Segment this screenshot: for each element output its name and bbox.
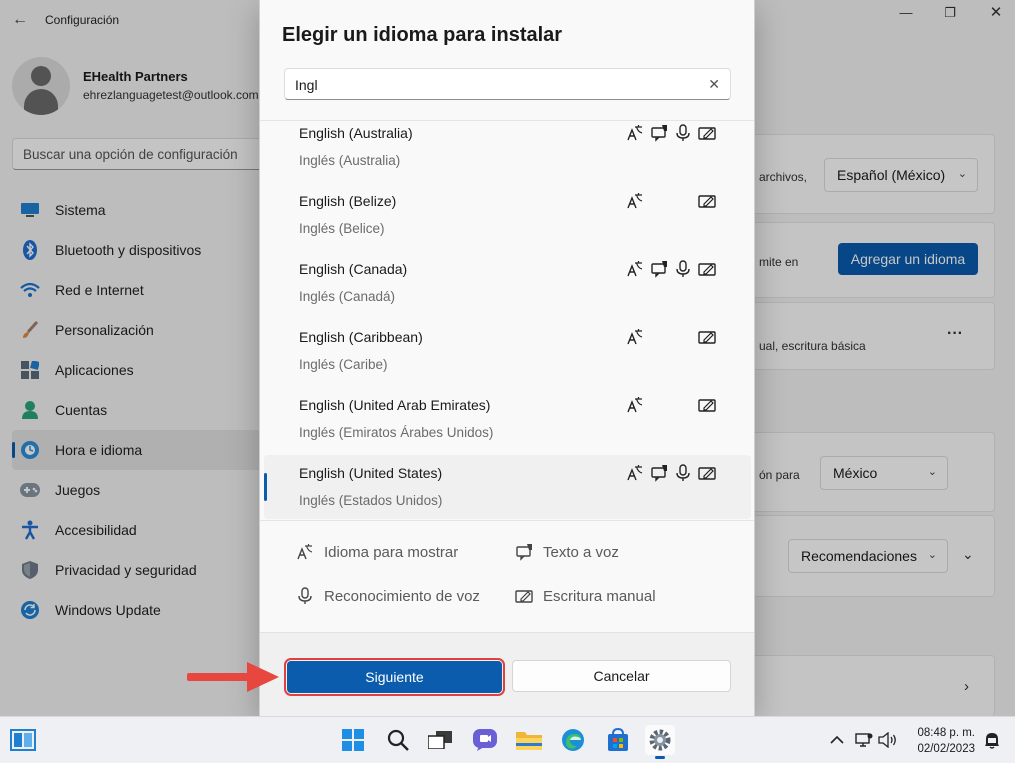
language-name: English (Belize) <box>299 193 397 209</box>
language-native-name: Inglés (Australia) <box>299 153 401 168</box>
language-native-name: Inglés (Estados Unidos) <box>299 493 443 508</box>
search-icon[interactable] <box>383 725 413 755</box>
microphone-icon <box>676 124 690 141</box>
annotation-arrow-icon <box>187 662 279 692</box>
feature-legend: Idioma para mostrar Texto a voz Reconoci… <box>260 520 754 632</box>
taskbar: 08:48 p. m. 02/02/2023 <box>0 716 1015 763</box>
list-item[interactable]: English (Australia) Inglés (Australia) <box>264 121 751 179</box>
display-language-icon <box>627 125 643 141</box>
text-to-speech-icon <box>651 465 667 482</box>
language-name: English (United Arab Emirates) <box>299 397 491 413</box>
start-button-icon[interactable] <box>338 725 368 755</box>
list-item[interactable]: English (Belize) Inglés (Belice) <box>264 183 751 247</box>
legend-speech-recognition: Reconocimiento de voz <box>296 587 480 605</box>
legend-label: Reconocimiento de voz <box>324 587 480 605</box>
choose-language-dialog: Elegir un idioma para instalar ✕ English… <box>259 0 755 716</box>
list-item[interactable]: English (Canada) Inglés (Canadá) <box>264 251 751 315</box>
task-view-icon[interactable] <box>425 725 455 755</box>
language-name: English (United States) <box>299 465 443 481</box>
language-list[interactable]: English (Australia) Inglés (Australia) E… <box>260 120 754 520</box>
text-to-speech-icon <box>651 125 667 142</box>
legend-label: Texto a voz <box>543 543 619 561</box>
language-search-input[interactable] <box>295 75 675 95</box>
legend-display-language: Idioma para mostrar <box>296 543 458 561</box>
microphone-icon <box>676 260 690 277</box>
chat-icon[interactable] <box>470 725 500 755</box>
language-native-name: Inglés (Belice) <box>299 221 385 236</box>
dialog-title: Elegir un idioma para instalar <box>282 24 563 46</box>
handwriting-icon <box>698 467 716 480</box>
display-language-icon <box>627 329 643 345</box>
handwriting-icon <box>698 263 716 276</box>
chevron-up-icon[interactable] <box>826 725 848 755</box>
display-language-icon <box>627 465 643 481</box>
legend-text-to-speech: Texto a voz <box>515 543 619 561</box>
language-native-name: Inglés (Emiratos Árabes Unidos) <box>299 425 494 440</box>
legend-label: Idioma para mostrar <box>324 543 459 561</box>
list-item[interactable]: English (Caribbean) Inglés (Caribe) <box>264 319 751 383</box>
legend-handwriting: Escritura manual <box>515 587 656 605</box>
language-native-name: Inglés (Caribe) <box>299 357 388 372</box>
display-language-icon <box>297 544 313 560</box>
handwriting-icon <box>698 195 716 208</box>
settings-gear-icon[interactable] <box>645 725 675 759</box>
handwriting-icon <box>698 127 716 140</box>
language-native-name: Inglés (Canadá) <box>299 289 396 304</box>
list-item[interactable]: English (United Arab Emirates) Inglés (E… <box>264 387 751 451</box>
text-to-speech-icon <box>516 544 532 561</box>
list-item-selected[interactable]: English (United States) Inglés (Estados … <box>264 455 751 519</box>
clear-icon[interactable]: ✕ <box>708 76 720 93</box>
text-to-speech-icon <box>651 261 667 278</box>
notification-icon[interactable] <box>980 725 1004 755</box>
store-icon[interactable] <box>603 725 633 755</box>
language-name: English (Australia) <box>299 125 413 141</box>
microphone-icon <box>298 587 312 604</box>
network-status-icon[interactable] <box>853 725 875 755</box>
volume-icon[interactable] <box>877 725 899 755</box>
language-name: English (Caribbean) <box>299 329 423 345</box>
display-language-icon <box>627 397 643 413</box>
file-explorer-icon[interactable] <box>514 725 544 755</box>
display-language-icon <box>627 193 643 209</box>
cancel-button[interactable]: Cancelar <box>512 660 731 692</box>
clock-time: 08:48 p. m. <box>917 727 975 739</box>
handwriting-icon <box>698 399 716 412</box>
edge-browser-icon[interactable] <box>558 725 588 755</box>
language-search-field[interactable]: ✕ <box>284 68 731 100</box>
handwriting-icon <box>515 590 533 603</box>
handwriting-icon <box>698 331 716 344</box>
language-name: English (Canada) <box>299 261 408 277</box>
microphone-icon <box>676 464 690 481</box>
dialog-footer: Siguiente Cancelar <box>260 632 754 716</box>
next-button[interactable]: Siguiente <box>284 658 505 696</box>
clock[interactable]: 08:48 p. m. 02/02/2023 <box>905 725 975 757</box>
task-view-widget-icon[interactable] <box>8 725 38 755</box>
clock-date: 02/02/2023 <box>917 743 975 755</box>
legend-label: Escritura manual <box>543 587 656 605</box>
display-language-icon <box>627 261 643 277</box>
